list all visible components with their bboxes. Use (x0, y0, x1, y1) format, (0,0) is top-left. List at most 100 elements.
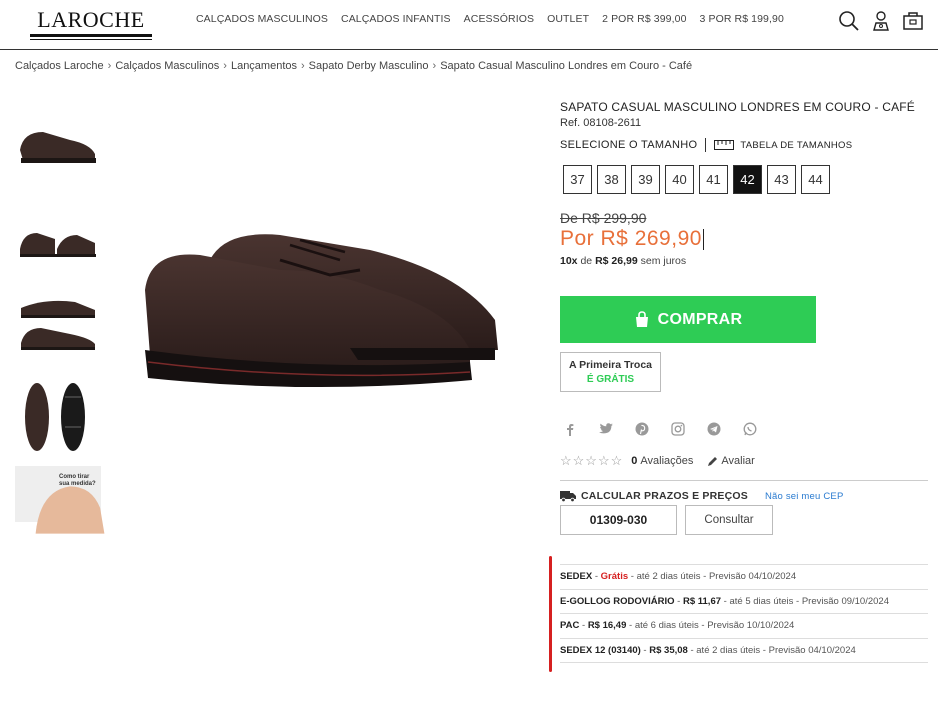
thumbnail-list: Como tirar sua medida? (15, 110, 105, 534)
logo[interactable]: LAROCHE (30, 8, 152, 40)
size-option-40[interactable]: 40 (665, 165, 694, 194)
nav-acessorios[interactable]: ACESSÓRIOS (464, 13, 534, 25)
size-option-44[interactable]: 44 (801, 165, 830, 194)
cep-form: Consultar (560, 505, 928, 535)
nav-calcados-infantis[interactable]: CALÇADOS INFANTIS (341, 13, 451, 25)
buy-button-label: COMPRAR (657, 310, 743, 328)
size-option-41[interactable]: 41 (699, 165, 728, 194)
shipping-option-row: E-GOLLOG RODOVIÁRIO - R$ 11,67 - até 5 d… (560, 590, 928, 614)
breadcrumb-item[interactable]: Calçados Masculinos (115, 60, 219, 72)
logo-text: LAROCHE (37, 7, 145, 32)
size-option-42-selected[interactable]: 42 (733, 165, 762, 194)
buy-button[interactable]: COMPRAR (560, 296, 816, 343)
breadcrumb-current[interactable]: Sapato Casual Masculino Londres em Couro… (440, 60, 692, 72)
truck-icon (560, 491, 576, 502)
shipping-eta: até 5 dias úteis (729, 595, 794, 607)
thumbnail-4[interactable] (15, 377, 101, 457)
main-nav: CALÇADOS MASCULINOS CALÇADOS INFANTIS AC… (196, 13, 784, 25)
shipping-option-row: PAC - R$ 16,49 - até 6 dias úteis - Prev… (560, 614, 928, 639)
bag-icon[interactable] (902, 10, 924, 32)
header-icons (838, 10, 924, 32)
ruler-icon[interactable] (714, 140, 735, 150)
size-option-37[interactable]: 37 (563, 165, 592, 194)
share-icons (562, 422, 928, 436)
thumbnail-1[interactable] (15, 110, 101, 190)
size-option-39[interactable]: 39 (631, 165, 660, 194)
thumbnail-3[interactable] (15, 288, 101, 368)
thumbnail-size-guide[interactable]: Como tirar sua medida? (15, 466, 105, 534)
pinterest-icon[interactable] (634, 422, 650, 436)
shopping-bag-icon (635, 311, 648, 327)
new-price: Por R$ 269,90 (560, 227, 928, 251)
write-review-link[interactable]: Avaliar (707, 455, 755, 467)
user-icon[interactable] (870, 10, 892, 32)
shipping-forecast: Previsão 10/10/2024 (707, 620, 795, 632)
twitter-icon[interactable] (598, 422, 614, 436)
new-price-value: Por R$ 269,90 (560, 227, 702, 250)
cep-help-link[interactable]: Não sei meu CEP (765, 491, 844, 502)
shipping-price: R$ 35,08 (649, 644, 688, 656)
rating-stars: ☆☆☆☆☆ (560, 453, 624, 468)
highlight-bar (549, 556, 552, 672)
shipping-title: CALCULAR PRAZOS E PREÇOS (581, 490, 748, 502)
shipping-eta: até 2 dias úteis (696, 644, 761, 656)
instagram-icon[interactable] (670, 422, 686, 436)
site-header: LAROCHE CALÇADOS MASCULINOS CALÇADOS INF… (0, 0, 938, 50)
shipping-forecast: Previsão 04/10/2024 (708, 571, 797, 583)
rating-label[interactable]: Avaliações (640, 455, 693, 467)
consult-button[interactable]: Consultar (685, 505, 773, 535)
rating-count: 0 (631, 455, 638, 467)
shipping-options-list: SEDEX - Grátis - até 2 dias úteis - Prev… (560, 564, 928, 663)
size-option-38[interactable]: 38 (597, 165, 626, 194)
nav-calcados-masculinos[interactable]: CALÇADOS MASCULINOS (196, 13, 328, 25)
chevron-right-icon: › (107, 60, 112, 72)
size-guide-text: Como tirar sua medida? (59, 474, 96, 487)
shipping-price: R$ 16,49 (587, 620, 627, 632)
shipping-forecast: Previsão 04/10/2024 (768, 644, 856, 656)
breadcrumb: Calçados Laroche › Calçados Masculinos › L… (15, 60, 692, 72)
size-table-link[interactable]: TABELA DE TAMANHOS (740, 140, 852, 151)
thumbnail-2[interactable] (15, 199, 101, 279)
old-price: De R$ 299,90 (560, 210, 647, 226)
product-title: SAPATO CASUAL MASCULINO LONDRES EM COURO… (560, 100, 916, 114)
nav-outlet[interactable]: OUTLET (547, 13, 589, 25)
product-main-image[interactable] (130, 200, 520, 440)
exchange-line1: A Primeira Troca (568, 359, 653, 371)
size-selector-header: SELECIONE O TAMANHO TABELA DE TAMANHOS (560, 138, 928, 152)
ratings: ☆☆☆☆☆ 0 Avaliações Avaliar (560, 453, 928, 469)
breadcrumb-item[interactable]: Lançamentos (231, 60, 297, 72)
write-review-label: Avaliar (721, 455, 755, 467)
exchange-line2: É GRÁTIS (586, 374, 635, 385)
whatsapp-icon[interactable] (742, 422, 758, 436)
divider (705, 138, 707, 152)
installments-of: de (580, 255, 593, 267)
shipping-option-row: SEDEX 12 (03140) - R$ 35,08 - até 2 dias… (560, 639, 928, 663)
breadcrumb-item[interactable]: Calçados Laroche (15, 60, 104, 72)
size-options: 37 38 39 40 41 42 43 44 (563, 165, 928, 194)
shipping-price: R$ 11,67 (682, 595, 722, 607)
chevron-right-icon: › (432, 60, 437, 72)
shipping-forecast: Previsão 09/10/2024 (801, 595, 889, 607)
shipping-price: Grátis (600, 571, 629, 583)
installments-count: 10x (560, 255, 578, 267)
cep-input[interactable] (560, 505, 677, 535)
chevron-right-icon: › (223, 60, 227, 72)
shipping-option-row: SEDEX - Grátis - até 2 dias úteis - Prev… (560, 565, 928, 590)
chevron-right-icon: › (301, 60, 305, 72)
free-exchange-badge: A Primeira Troca É GRÁTIS (560, 352, 661, 392)
divider (560, 480, 928, 481)
product-info: SAPATO CASUAL MASCULINO LONDRES EM COURO… (560, 100, 928, 535)
nav-2-por[interactable]: 2 POR R$ 399,00 (602, 13, 686, 25)
product-ref: Ref. 08108-2611 (560, 117, 642, 129)
search-icon[interactable] (838, 10, 860, 32)
nav-3-por[interactable]: 3 POR R$ 199,90 (700, 13, 784, 25)
breadcrumb-item[interactable]: Sapato Derby Masculino (309, 60, 429, 72)
telegram-icon[interactable] (706, 422, 722, 436)
text-cursor (702, 228, 704, 250)
size-option-43[interactable]: 43 (767, 165, 796, 194)
installments-suffix: sem juros (640, 255, 687, 267)
facebook-icon[interactable] (562, 422, 578, 436)
installments: 10x de R$ 26,99 sem juros (560, 255, 928, 267)
logo-underline-thin (30, 39, 152, 40)
shipping-calculator-header: CALCULAR PRAZOS E PREÇOS Não sei meu CEP (560, 490, 928, 502)
